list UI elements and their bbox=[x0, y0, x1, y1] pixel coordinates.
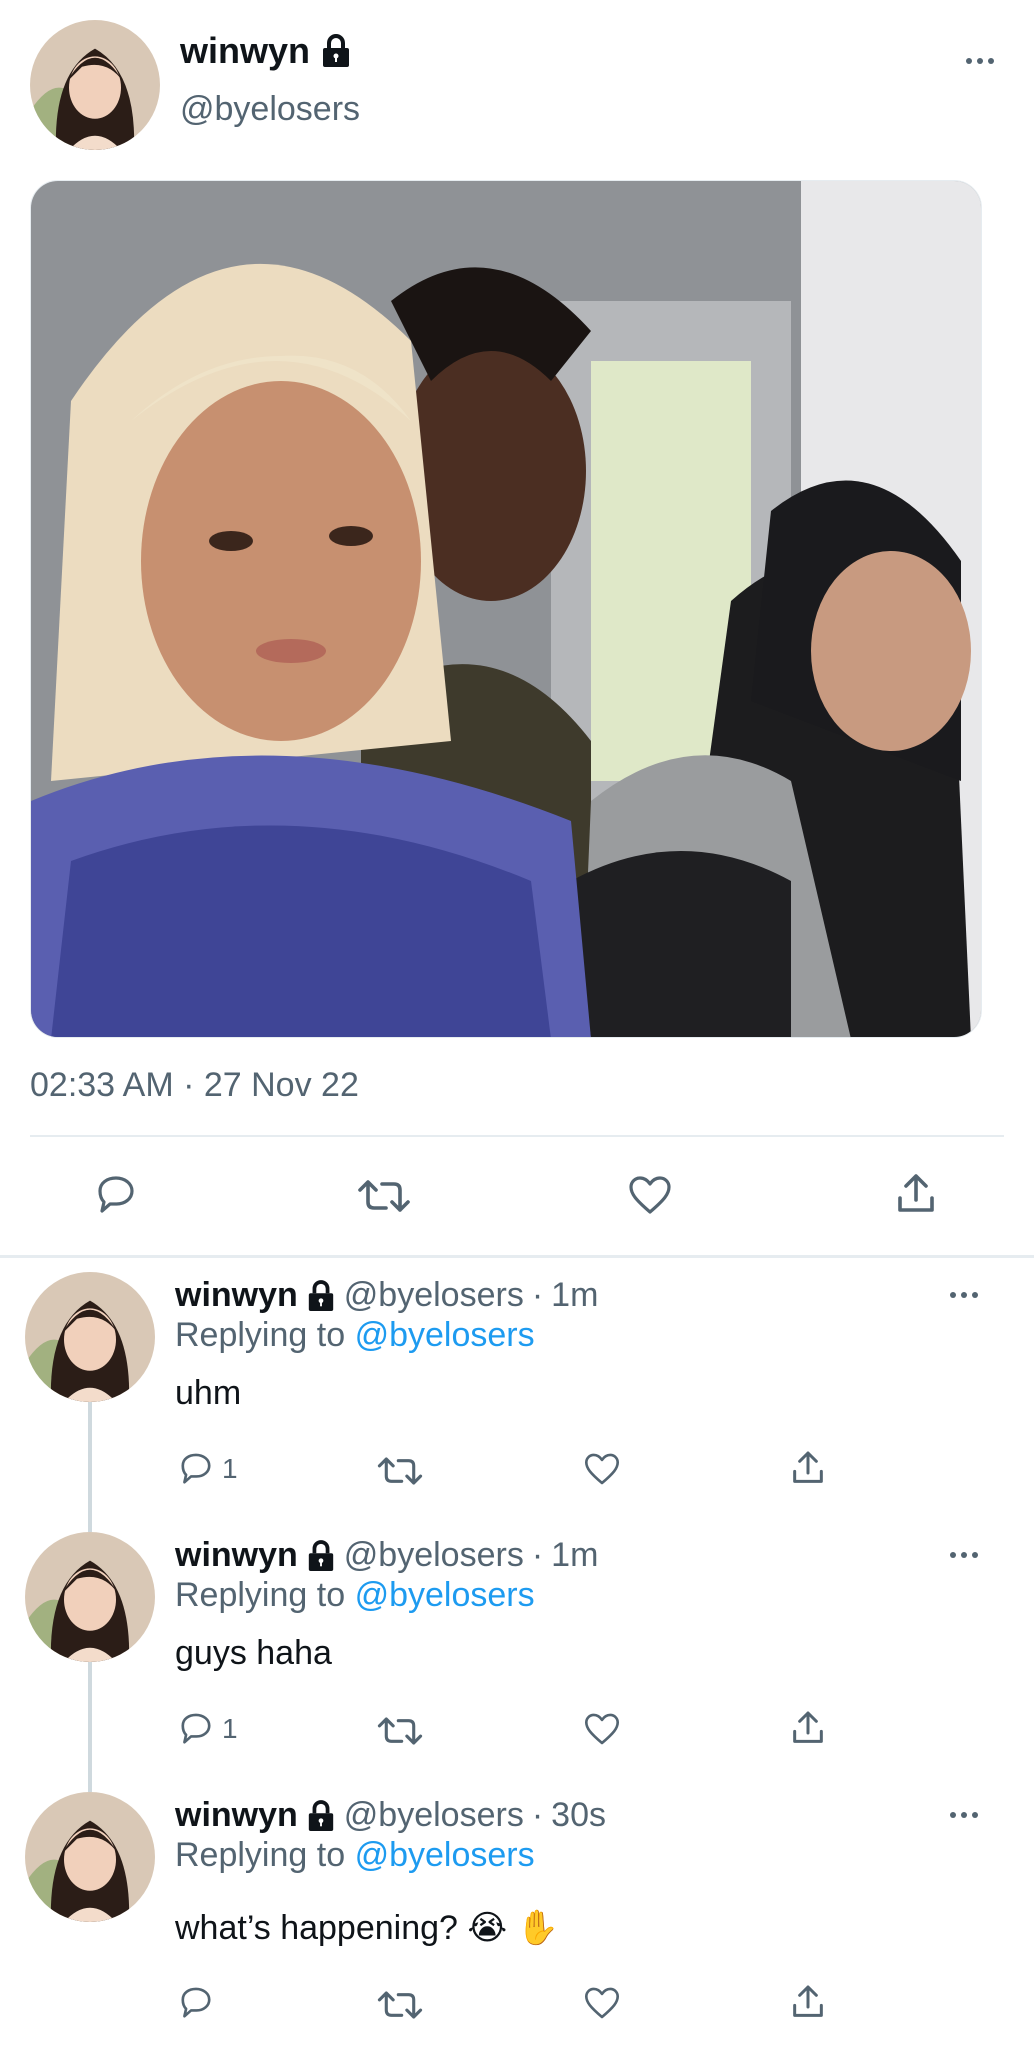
share-icon[interactable] bbox=[892, 1170, 940, 1218]
replying-to-label: Replying to bbox=[175, 1836, 346, 1874]
reply-count: 1 bbox=[222, 1453, 238, 1484]
reply-author-name[interactable]: winwyn bbox=[175, 1276, 298, 1315]
more-options-icon[interactable] bbox=[966, 58, 994, 64]
retweet-icon[interactable] bbox=[376, 1712, 424, 1750]
reply-text: uhm bbox=[175, 1374, 242, 1412]
retweet-icon[interactable] bbox=[376, 1452, 424, 1490]
replying-to-link[interactable]: @byelosers bbox=[355, 1576, 535, 1614]
reply-action[interactable]: 1 bbox=[176, 1450, 238, 1488]
like-icon[interactable] bbox=[626, 1172, 674, 1218]
separator-dot: · bbox=[531, 1536, 544, 1574]
divider bbox=[30, 1135, 1004, 1137]
replying-to-link[interactable]: @byelosers bbox=[355, 1836, 535, 1874]
like-icon[interactable] bbox=[582, 1450, 622, 1488]
reply-icon bbox=[176, 1984, 216, 2022]
more-options-icon[interactable] bbox=[950, 1812, 978, 1818]
author-handle[interactable]: @byelosers bbox=[180, 90, 360, 129]
like-icon[interactable] bbox=[582, 1984, 622, 2022]
lock-icon bbox=[306, 1799, 336, 1832]
reply-icon[interactable] bbox=[92, 1172, 140, 1218]
reply-action[interactable]: 1 bbox=[176, 1710, 238, 1748]
more-options-icon[interactable] bbox=[950, 1552, 978, 1558]
replying-to-label: Replying to bbox=[175, 1576, 346, 1614]
reply-avatar[interactable] bbox=[25, 1792, 155, 1922]
like-icon[interactable] bbox=[582, 1710, 622, 1748]
replying-to-label: Replying to bbox=[175, 1316, 346, 1354]
reply-avatar[interactable] bbox=[25, 1272, 155, 1402]
reply-age[interactable]: 1m bbox=[551, 1276, 598, 1315]
more-options-icon[interactable] bbox=[950, 1292, 978, 1298]
lock-icon bbox=[320, 34, 352, 68]
reply-age[interactable]: 30s bbox=[551, 1796, 606, 1835]
separator-dot: · bbox=[531, 1796, 544, 1834]
replying-to-link[interactable]: @byelosers bbox=[355, 1316, 535, 1354]
author-avatar[interactable] bbox=[30, 20, 160, 150]
tweet-timestamp[interactable]: 02:33 AM · 27 Nov 22 bbox=[30, 1066, 359, 1105]
reply-text: what’s happening? 😭 ✋ bbox=[175, 1909, 559, 1947]
reply-tweet[interactable]: winwyn @byelosers · 1m Replying to @byel… bbox=[0, 1530, 1034, 1790]
reply-author-handle[interactable]: @byelosers bbox=[344, 1276, 524, 1315]
reply-tweet[interactable]: winwyn @byelosers · 1m Replying to @byel… bbox=[0, 1270, 1034, 1530]
reply-count: 1 bbox=[222, 1713, 238, 1744]
share-icon[interactable] bbox=[788, 1982, 828, 2022]
lock-icon bbox=[306, 1539, 336, 1572]
retweet-icon[interactable] bbox=[356, 1174, 412, 1218]
reply-avatar[interactable] bbox=[25, 1532, 155, 1662]
share-icon[interactable] bbox=[788, 1448, 828, 1488]
separator-dot: · bbox=[531, 1276, 544, 1314]
author-name[interactable]: winwyn bbox=[180, 30, 310, 72]
reply-action[interactable] bbox=[176, 1984, 222, 2022]
tweet-media-image[interactable] bbox=[30, 180, 982, 1038]
reply-author-name[interactable]: winwyn bbox=[175, 1796, 298, 1835]
share-icon[interactable] bbox=[788, 1708, 828, 1748]
reply-author-handle[interactable]: @byelosers bbox=[344, 1536, 524, 1575]
retweet-icon[interactable] bbox=[376, 1986, 424, 2024]
reply-age[interactable]: 1m bbox=[551, 1536, 598, 1575]
lock-icon bbox=[306, 1279, 336, 1312]
reply-author-handle[interactable]: @byelosers bbox=[344, 1796, 524, 1835]
section-divider bbox=[0, 1255, 1034, 1258]
reply-icon bbox=[176, 1710, 216, 1748]
reply-icon bbox=[176, 1450, 216, 1488]
reply-tweet[interactable]: winwyn @byelosers · 30s Replying to @bye… bbox=[0, 1790, 1034, 2048]
reply-text: guys haha bbox=[175, 1634, 332, 1672]
reply-author-name[interactable]: winwyn bbox=[175, 1536, 298, 1575]
